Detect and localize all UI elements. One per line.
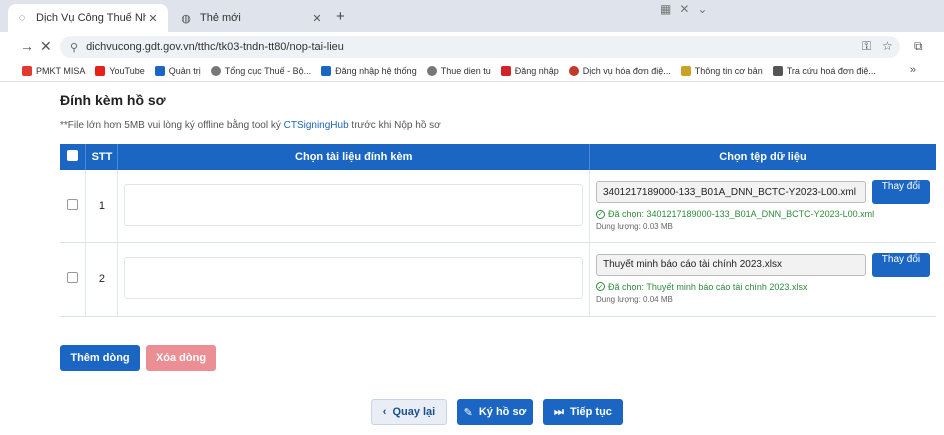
check-circle-icon: ✓ — [595, 209, 605, 219]
select-all-header — [60, 144, 87, 170]
tab-close-icon[interactable]: ✕ — [146, 12, 160, 25]
bookmark-pmkt-misa[interactable]: PMKT MISA — [22, 65, 85, 76]
address-bar: → ✕ ⚲ dichvucong.gdt.gov.vn/tthc/tk03-tn… — [0, 32, 944, 60]
forward-icon[interactable]: → — [20, 38, 34, 54]
upload-note: **File lớn hơn 5MB vui lòng ký offline b… — [60, 120, 441, 131]
file-name-field[interactable]: Thuyết minh báo cáo tài chính 2023.xlsx — [595, 253, 866, 276]
tab-close-icon[interactable]: ✕ — [310, 12, 324, 25]
new-tab-plus-icon[interactable]: + — [336, 8, 345, 25]
browser-tab-bar: ◌ Dịch Vụ Công Thuế Nhà Nước ✕ ◍ Thẻ mới… — [0, 0, 944, 32]
tab-new[interactable]: ◍ Thẻ mới ✕ — [172, 4, 332, 32]
table-row: 2 Thuyết minh báo cáo tài chính 2023.xls… — [60, 242, 936, 317]
file-name-field[interactable]: 3401217189000-133_B01A_DNN_BCTC-Y2023-L0… — [595, 181, 866, 203]
globe-icon — [426, 65, 437, 76]
chevron-down-icon[interactable]: ⌄ — [697, 2, 707, 16]
bookmark-icon — [22, 65, 32, 76]
sign-button[interactable]: ✎ Ký hồ sơ — [457, 399, 533, 425]
bookmark-dich-vu-hoa-don[interactable]: Dịch vụ hóa đơn điệ... — [568, 65, 671, 76]
row-select-cell — [60, 242, 87, 317]
back-button[interactable]: ‹ Quay lại — [371, 399, 447, 425]
bookmark-tra-cuu-hoa-don[interactable]: Tra cứu hoá đơn điệ... — [772, 65, 876, 76]
row-stt: 2 — [85, 242, 119, 317]
check-circle-icon: ✓ — [595, 282, 605, 291]
star-icon[interactable]: ☆ — [882, 39, 893, 53]
table-header: STT Chọn tài liệu đính kèm Chọn tệp dữ l… — [60, 144, 936, 170]
bookmark-thue-dien-tu[interactable]: Thue dien tu — [426, 65, 491, 76]
attachments-table: STT Chọn tài liệu đính kèm Chọn tệp dữ l… — [60, 144, 936, 317]
tab-active[interactable]: ◌ Dịch Vụ Công Thuế Nhà Nước ✕ — [8, 4, 168, 32]
attach-cell — [117, 242, 590, 317]
url-input[interactable]: ⚲ dichvucong.gdt.gov.vn/tthc/tk03-tndn-t… — [60, 36, 900, 58]
change-file-button[interactable]: Thay đổi — [871, 180, 930, 204]
bookmark-thong-tin-co-ban[interactable]: Thông tin cơ bản — [680, 65, 763, 76]
select-all-checkbox[interactable] — [67, 150, 79, 161]
window-controls: ▦ ✕ ⌄ — [660, 2, 707, 16]
page-content: Đính kèm hồ sơ **File lớn hơn 5MB vui lò… — [0, 82, 944, 435]
row-select-cell — [60, 170, 87, 243]
attach-select[interactable] — [124, 184, 583, 226]
file-cell: Thuyết minh báo cáo tài chính 2023.xlsx … — [589, 242, 936, 317]
tab-label: Dịch Vụ Công Thuế Nhà Nước — [36, 12, 146, 24]
skip-next-icon: ⏭ — [554, 405, 564, 418]
bookmark-icon — [154, 65, 165, 76]
bookmark-youtube[interactable]: YouTube — [95, 65, 145, 76]
sparkle-icon — [772, 65, 783, 76]
file-header: Chọn tệp dữ liệu — [589, 144, 936, 170]
attach-cell — [117, 170, 590, 243]
bookmarks-bar: PMKT MISA YouTube Quản trị Tổng cục Thuế… — [0, 60, 944, 82]
globe-icon: ◍ — [181, 12, 191, 25]
row-stt: 1 — [85, 170, 119, 243]
youtube-icon — [95, 65, 106, 76]
close-icon[interactable]: ✕ — [679, 2, 689, 16]
key-icon[interactable]: ⚿ — [862, 39, 871, 54]
bookmark-dang-nhap-he-thong[interactable]: Đăng nhập hệ thống — [321, 65, 417, 76]
bookmark-icon — [680, 65, 691, 76]
chosen-file-status: ✓ Đã chọn: 3401217189000-133_B01A_DNN_BCT… — [595, 209, 875, 219]
globe-icon — [210, 65, 221, 76]
add-row-button[interactable]: Thêm dòng — [60, 345, 140, 371]
chevron-left-icon: ‹ — [382, 406, 387, 418]
bookmark-icon — [500, 65, 511, 76]
section-title: Đính kèm hồ sơ — [60, 92, 166, 108]
delete-row-button[interactable]: Xóa dòng — [146, 345, 216, 371]
extensions-icon[interactable]: ⧉ — [914, 39, 923, 54]
row-checkbox[interactable] — [67, 198, 79, 210]
row-checkbox[interactable] — [67, 272, 79, 283]
file-size: Dung lượng: 0.04 MB — [595, 294, 673, 304]
bookmark-icon — [321, 65, 332, 76]
bookmark-quan-tri[interactable]: Quản trị — [154, 65, 201, 76]
next-button[interactable]: ⏭ Tiếp tục — [543, 399, 623, 425]
more-bookmarks-icon[interactable]: » — [910, 64, 916, 76]
attach-header: Chọn tài liệu đính kèm — [117, 144, 590, 170]
bookmark-dang-nhap[interactable]: Đăng nhập — [500, 65, 559, 76]
pen-icon: ✎ — [463, 406, 473, 419]
bookmark-icon — [568, 65, 579, 76]
bookmark-tong-cuc-thue[interactable]: Tổng cục Thuế - Bộ... — [210, 65, 311, 76]
url-text: dichvucong.gdt.gov.vn/tthc/tk03-tndn-tt8… — [86, 41, 344, 53]
table-row: 1 3401217189000-133_B01A_DNN_BCTC-Y2023-… — [60, 170, 936, 243]
grid-icon[interactable]: ▦ — [660, 2, 671, 16]
loading-icon: ◌ — [18, 12, 26, 24]
tab-label: Thẻ mới — [200, 12, 241, 24]
chosen-file-status: ✓ Đã chọn: Thuyết minh báo cáo tài chính … — [595, 281, 808, 292]
file-cell: 3401217189000-133_B01A_DNN_BCTC-Y2023-L0… — [589, 170, 936, 243]
file-size: Dung lượng: 0.03 MB — [595, 222, 673, 231]
stt-header: STT — [85, 144, 119, 170]
attach-select[interactable] — [124, 256, 583, 299]
change-file-button[interactable]: Thay đổi — [871, 252, 930, 277]
ctsigninghub-link[interactable]: CTSigningHub — [284, 120, 349, 131]
site-info-icon[interactable]: ⚲ — [70, 41, 78, 54]
stop-icon[interactable]: ✕ — [40, 38, 52, 55]
